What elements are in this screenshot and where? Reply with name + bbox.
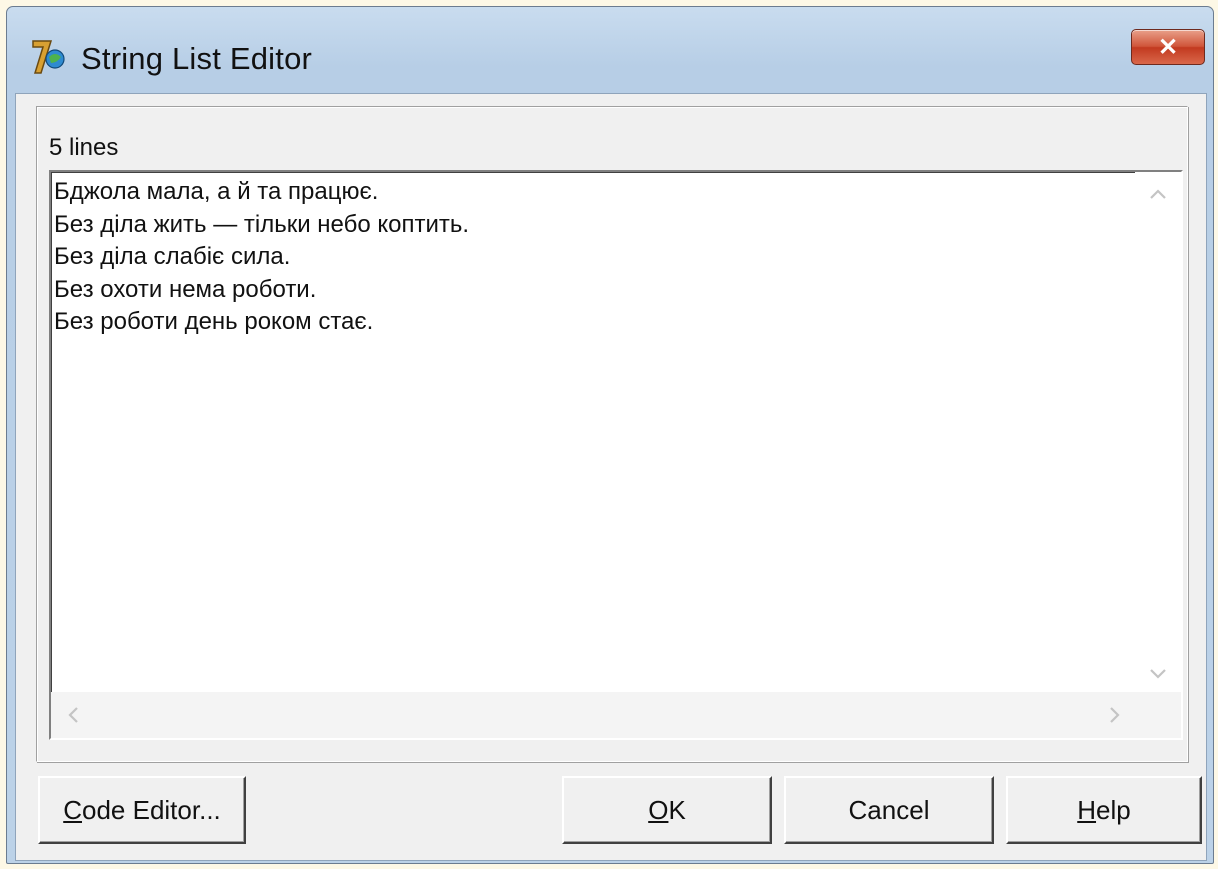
memo-line[interactable]: Без роботи день роком стає. [54, 306, 1121, 339]
scroll-right-arrow-icon[interactable] [1109, 706, 1121, 724]
memo-line[interactable]: Бджола мала, а й та працює. [54, 176, 1121, 209]
memo-line[interactable]: Без діла слабіє сила. [54, 241, 1121, 274]
code-editor-label: ode Editor... [82, 794, 221, 825]
line-count-label: 5 lines [49, 134, 119, 161]
delphi-app-icon [32, 40, 65, 74]
help-label: elp [1096, 794, 1131, 825]
ok-label: K [668, 794, 686, 825]
code-editor-button[interactable]: Code Editor... [38, 776, 246, 844]
code-editor-mnemonic: C [63, 794, 82, 825]
memo-line[interactable]: Без охоти нема роботи. [54, 274, 1121, 307]
scroll-up-arrow-icon[interactable] [1149, 188, 1167, 200]
close-icon: ✕ [1157, 33, 1179, 61]
close-button[interactable]: ✕ [1131, 29, 1205, 65]
window-title: String List Editor [81, 41, 313, 76]
title-bar[interactable]: String List Editor ✕ [7, 7, 1213, 93]
dialog-client-area: 5 lines Бджола мала, а й та працює. Без … [15, 93, 1207, 861]
scroll-down-arrow-icon[interactable] [1149, 668, 1167, 680]
memo-line[interactable]: Без діла жить — тільки небо коптить. [54, 209, 1121, 242]
cancel-label: Cancel [848, 794, 930, 825]
vertical-scrollbar[interactable] [1135, 172, 1181, 692]
horizontal-scrollbar[interactable] [51, 692, 1181, 738]
memo-text-area[interactable]: Бджола мала, а й та працює. Без діла жит… [54, 176, 1121, 339]
string-list-editor-window: String List Editor ✕ 5 lines Бджола мала… [6, 6, 1214, 864]
ok-mnemonic: O [648, 794, 669, 825]
scroll-left-arrow-icon[interactable] [67, 706, 79, 724]
cancel-button[interactable]: Cancel [784, 776, 994, 844]
ok-button[interactable]: OK [562, 776, 772, 844]
string-list-memo[interactable]: Бджола мала, а й та працює. Без діла жит… [49, 170, 1183, 740]
help-button[interactable]: Help [1006, 776, 1202, 844]
help-mnemonic: H [1077, 794, 1097, 825]
